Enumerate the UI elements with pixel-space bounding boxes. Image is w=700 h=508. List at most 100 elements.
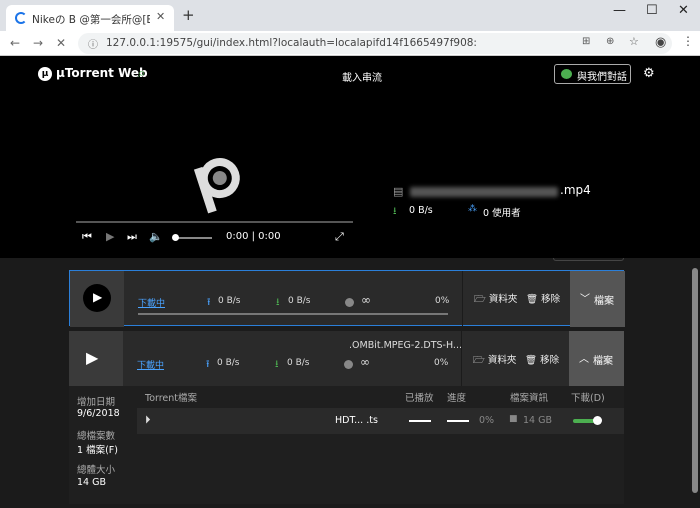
fullscreen-icon[interactable]: ⤢ [335,230,344,244]
address-bar[interactable]: ⓘ 127.0.0.1:19575/gui/index.html?localau… [78,33,672,54]
app-logo: µ µTorrent Web [38,66,148,81]
utorrent-app: µ µTorrent Web ⌕ 載入串流 與我們對話 ⚙ ▤ .mp4 ⭳ 0 … [0,56,700,508]
profile-icon[interactable]: ◉ [655,35,666,50]
col-file-info: 檔案資訊 [510,393,549,404]
browser-tab[interactable]: Nikeの B @第一会所@[BumsBu ✕ [6,5,174,31]
utorrent-logo-icon: µ [38,66,52,81]
new-tab-button[interactable]: + [182,6,195,24]
total-files-value: 1 檔案(F) [77,445,118,456]
loading-icon [15,12,27,24]
torrent-name: .OMBit.MPEG-2.DTS-H... [349,340,462,351]
torrent-row[interactable]: ▶ .OMBit.MPEG-2.DTS-H... 下載中 ⭱ 0 B/s ⭳ 0… [69,331,624,387]
divider [462,271,463,327]
volume-knob[interactable] [172,234,179,241]
video-icon: ■ [509,414,518,424]
remove-label: 移除 [541,294,561,305]
torrent-row[interactable]: ▶ 下載中 ⭱ 0 B/s ⭳ 0 B/s ∞ 0% 🗁 資料夾 🗑 移除 ﹀ … [69,270,625,327]
media-player: ▤ .mp4 ⭳ 0 B/s ⁂ 0 使用者 [0,94,700,258]
info-icon[interactable]: ⓘ [88,36,98,51]
chevron-up-icon: ︿ [579,354,589,365]
col-played: 已播放 [405,393,434,404]
file-icon: ▤ [393,185,404,198]
play-icon: ▶ [93,290,103,304]
settings-gear-icon[interactable]: ⚙ [643,66,655,81]
skip-forward-icon[interactable]: ⏭ [127,230,137,244]
trash-icon: 🗑 [525,355,538,366]
download-speed: 0 B/s [288,296,311,306]
video-file-icon: ▶ [86,348,99,367]
progress-bar [138,313,448,315]
volume-icon[interactable]: 🔈 [149,230,163,243]
file-progress: 0% [479,415,495,426]
remove-button[interactable]: 🗑 移除 [526,291,560,305]
browser-tab-bar: Nikeの B @第一会所@[BumsBu ✕ + — ☐ ✕ [0,0,700,31]
chat-button-label: 與我們對話 [577,72,627,83]
open-folder-label: 資料夾 [488,294,518,305]
percent-complete: 0% [434,358,449,368]
forward-icon[interactable]: → [33,36,43,50]
url-text: 127.0.0.1:19575/gui/index.html?localauth… [106,37,477,49]
play-circle-icon[interactable]: ⏵ [145,413,151,427]
torrent-thumb[interactable]: ▶ [70,271,124,327]
torrent-status-link[interactable]: 下載中 [138,296,165,309]
translate-icon[interactable]: ⊞ [582,36,590,47]
stop-icon[interactable]: ✕ [56,36,66,50]
search-icon[interactable]: ⌕ [138,66,145,81]
upload-speed: 0 B/s [217,358,240,368]
zoom-icon[interactable]: ⊕ [606,36,614,47]
download-toggle-knob[interactable] [593,416,602,425]
volume-slider[interactable] [174,237,212,239]
col-progress: 進度 [447,393,467,404]
open-folder-button[interactable]: 🗁 資料夾 [474,291,517,308]
torrent-thumb[interactable]: ▶ [69,331,123,387]
blurred-filename [410,187,558,197]
open-folder-button[interactable]: 🗁 資料夾 [473,352,516,369]
header-title: 載入串流 [342,73,382,84]
files-toggle-label: 檔案 [594,296,614,307]
upload-speed: 0 B/s [218,296,241,306]
eta-infinity: ∞ [361,293,371,307]
trash-icon: 🗑 [526,294,539,305]
skip-back-icon[interactable]: ⏮ [82,230,92,244]
close-tab-icon[interactable]: ✕ [156,10,165,23]
remove-label: 移除 [540,355,560,366]
filename-suffix: .mp4 [560,183,591,197]
file-name: HDT... .ts [335,415,378,426]
added-date-value: 9/6/2018 [77,408,120,419]
chat-button[interactable]: 與我們對話 [554,64,631,84]
download-arrow-icon: ⭳ [393,206,397,217]
seek-bar[interactable] [76,221,353,223]
menu-kebab-icon[interactable]: ⋮ [682,34,694,48]
browser-toolbar: ← → ✕ ⓘ 127.0.0.1:19575/gui/index.html?l… [0,31,700,56]
divider [461,331,462,387]
play-circle-button[interactable]: ▶ [83,284,111,312]
scrollbar[interactable] [692,268,698,493]
maximize-button[interactable]: ☐ [646,3,658,18]
files-toggle-button[interactable]: ﹀ 檔案 [570,271,625,327]
collapsed-panel-edge [553,258,624,261]
bookmark-star-icon[interactable]: ☆ [629,35,639,48]
back-icon[interactable]: ← [10,36,20,50]
folder-icon: 🗁 [473,355,485,366]
file-row[interactable]: ⏵ HDT... .ts 0% ■ 14 GB [137,408,624,434]
seeds-icon [345,298,354,307]
remove-button[interactable]: 🗑 移除 [525,352,559,366]
folder-icon: 🗁 [474,294,486,305]
app-header: µ µTorrent Web ⌕ 載入串流 與我們對話 ⚙ [0,56,700,94]
player-time: 0:00 | 0:00 [226,231,281,242]
torrent-status-link[interactable]: 下載中 [137,358,164,371]
added-date-label: 增加日期 [77,397,116,408]
total-size-value: 14 GB [77,477,106,488]
play-icon[interactable]: ▶ [106,230,114,243]
played-bar [409,420,431,422]
files-toggle-button[interactable]: ︿ 檔案 [569,331,624,387]
minimize-button[interactable]: — [613,3,626,18]
utorrent-watermark-icon [193,158,240,214]
close-window-button[interactable]: ✕ [678,3,689,18]
col-torrent-file: Torrent檔案 [145,393,198,404]
col-download: 下載(D) [571,393,605,404]
upload-arrow-icon: ⭱ [206,359,210,370]
files-toggle-label: 檔案 [593,356,613,367]
now-playing-speed: 0 B/s [409,205,433,216]
peers-icon: ⁂ [468,204,477,214]
